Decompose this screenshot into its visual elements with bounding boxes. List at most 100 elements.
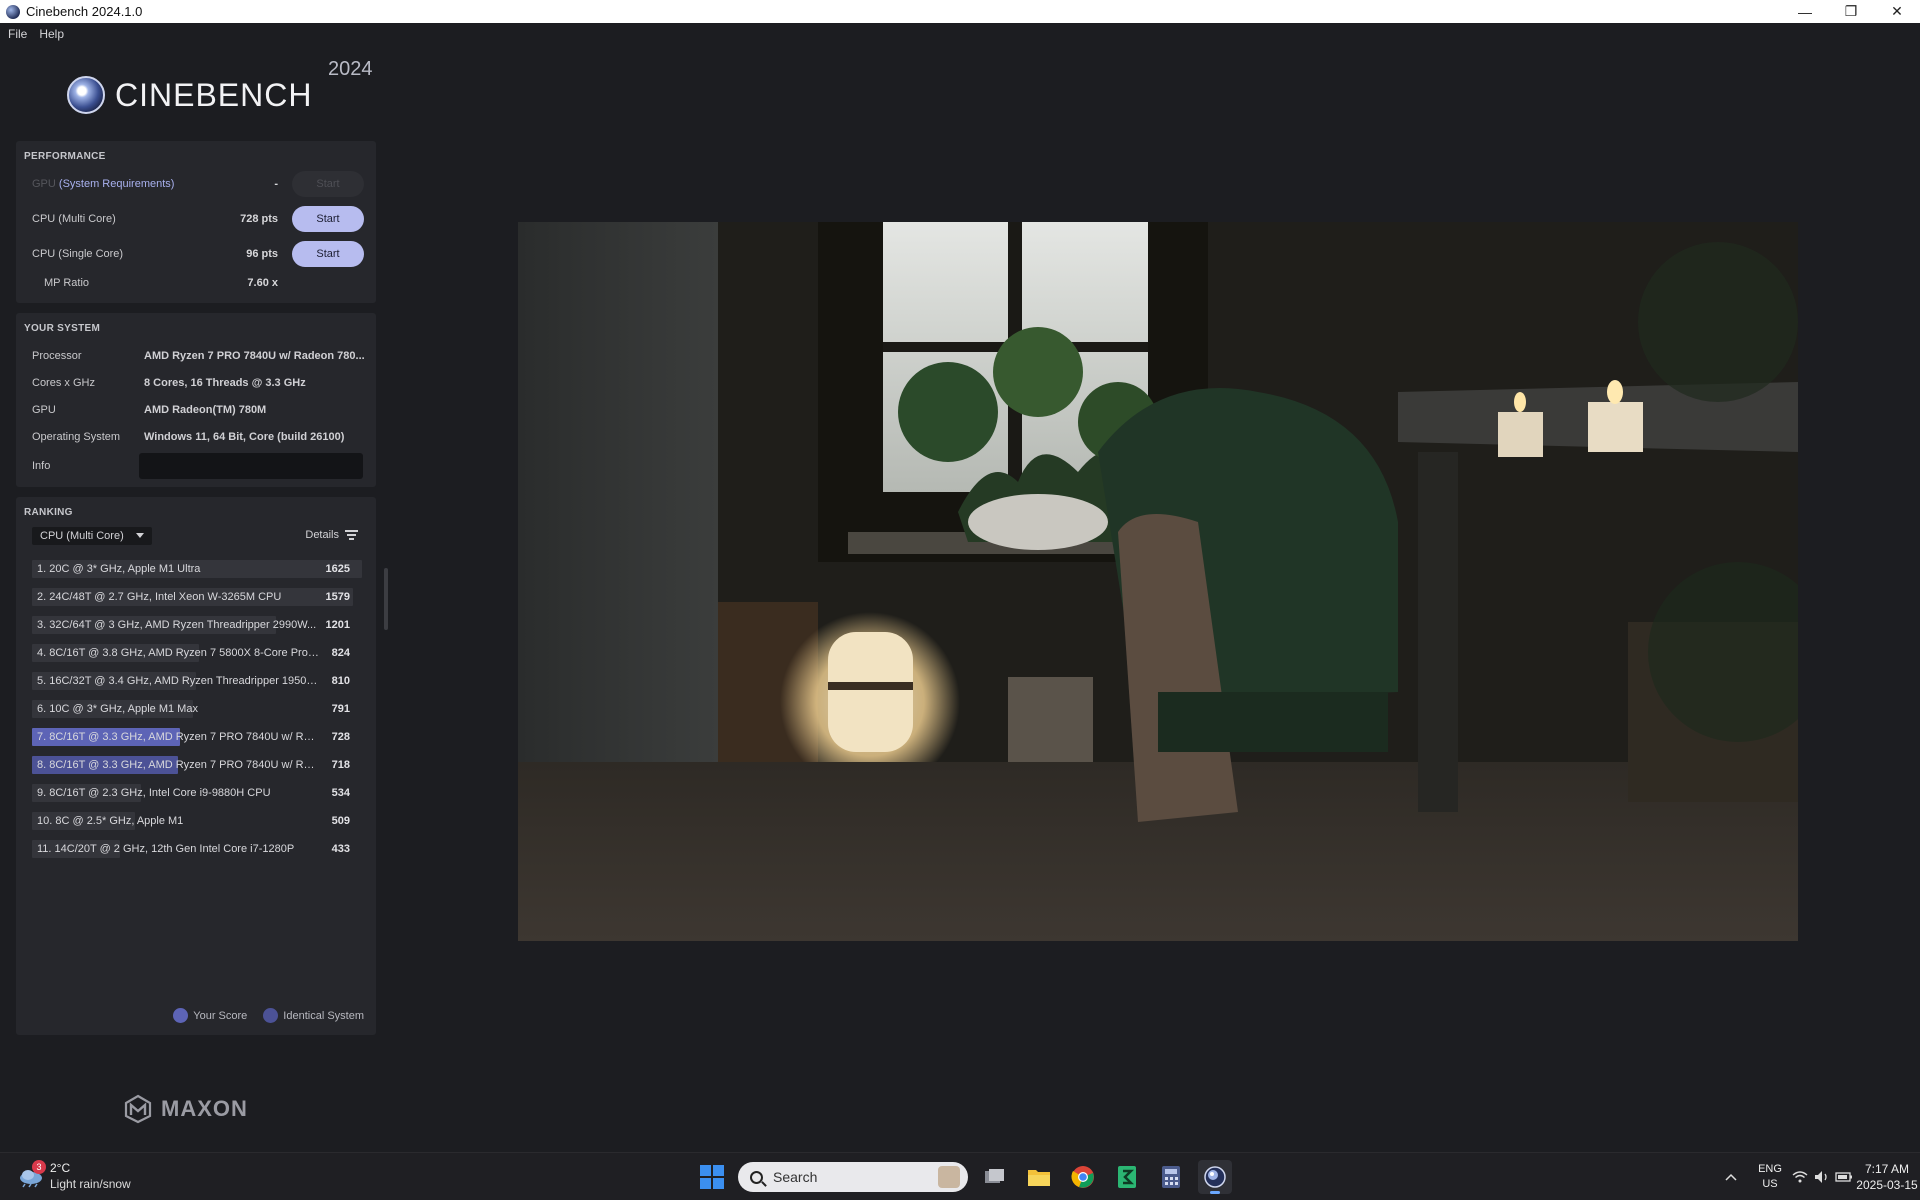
os-value: Windows 11, 64 Bit, Core (build 26100) <box>144 431 345 443</box>
ranking-score: 810 <box>331 675 350 687</box>
gpu-info-label: GPU <box>32 404 56 416</box>
weather-cloud-icon: 3 <box>18 1160 46 1188</box>
chrome-icon[interactable] <box>1066 1160 1100 1194</box>
ranking-score: 433 <box>331 843 350 855</box>
system-requirements-link[interactable]: (System Requirements) <box>59 178 175 190</box>
ranking-row[interactable]: 2. 24C/48T @ 2.7 GHz, Intel Xeon W-3265M… <box>32 583 372 611</box>
identical-system-swatch <box>263 1008 279 1023</box>
green-app-icon[interactable] <box>1110 1160 1144 1194</box>
ranking-row[interactable]: 7. 8C/16T @ 3.3 GHz, AMD Ryzen 7 PRO 784… <box>32 723 372 751</box>
gpu-start-button[interactable]: Start <box>292 171 364 197</box>
your-system-panel: YOUR SYSTEM Processor AMD Ryzen 7 PRO 78… <box>16 313 376 487</box>
ranking-score: 1201 <box>325 619 350 631</box>
ranking-score: 1579 <box>325 591 350 603</box>
render-preview-image <box>518 222 1798 941</box>
maximize-button[interactable]: ❐ <box>1828 0 1874 23</box>
ranking-row[interactable]: 3. 32C/64T @ 3 GHz, AMD Ryzen Threadripp… <box>32 611 372 639</box>
ranking-score: 824 <box>331 647 350 659</box>
calculator-icon[interactable] <box>1154 1160 1188 1194</box>
close-button[interactable]: ✕ <box>1874 0 1920 23</box>
ranking-row[interactable]: 8. 8C/16T @ 3.3 GHz, AMD Ryzen 7 PRO 784… <box>32 751 372 779</box>
ranking-label: 1. 20C @ 3* GHz, Apple M1 Ultra <box>37 563 201 575</box>
window-title: Cinebench 2024.1.0 <box>26 4 143 19</box>
details-button[interactable]: Details <box>305 529 358 541</box>
ranking-row[interactable]: 11. 14C/20T @ 2 GHz, 12th Gen Intel Core… <box>32 835 372 863</box>
identical-system-legend: Identical System <box>283 1009 364 1022</box>
cpu-single-label: CPU (Single Core) <box>32 248 124 260</box>
ranking-label: 5. 16C/32T @ 3.4 GHz, AMD Ryzen Threadri… <box>37 675 319 687</box>
clock-time: 7:17 AM <box>1864 1162 1909 1176</box>
language-indicator[interactable]: ENG US <box>1750 1153 1790 1200</box>
ranking-type-dropdown[interactable]: CPU (Multi Core) <box>32 527 152 545</box>
menu-bar: File Help <box>0 23 68 45</box>
ranking-row[interactable]: 5. 16C/32T @ 3.4 GHz, AMD Ryzen Threadri… <box>32 667 372 695</box>
gpu-value: - <box>274 178 278 190</box>
ranking-score: 1625 <box>325 563 350 575</box>
gpu-info-value: AMD Radeon(TM) 780M <box>144 404 267 416</box>
cpu-single-start-button[interactable]: Start <box>292 241 364 267</box>
language-top: ENG <box>1758 1163 1782 1175</box>
info-input[interactable] <box>139 453 363 479</box>
chevron-up-icon[interactable] <box>1718 1153 1744 1200</box>
ranking-row[interactable]: 10. 8C @ 2.5* GHz, Apple M1 509 <box>32 807 372 835</box>
ranking-row[interactable]: 1. 20C @ 3* GHz, Apple M1 Ultra 1625 <box>32 555 372 583</box>
search-placeholder: Search <box>773 1169 818 1185</box>
weather-temp: 2°C <box>50 1161 71 1175</box>
task-view-icon[interactable] <box>978 1160 1012 1194</box>
taskbar: 3 2°C Light rain/snow Search ENG US 7:17… <box>0 1152 1920 1200</box>
your-system-title: YOUR SYSTEM <box>24 323 101 334</box>
ranking-label: 4. 8C/16T @ 3.8 GHz, AMD Ryzen 7 5800X 8… <box>37 647 319 659</box>
minimize-button[interactable]: — <box>1782 0 1828 23</box>
weather-widget[interactable]: 3 2°C Light rain/snow <box>18 1160 131 1191</box>
ranking-label: 3. 32C/64T @ 3 GHz, AMD Ryzen Threadripp… <box>37 619 317 631</box>
ranking-row[interactable]: 9. 8C/16T @ 2.3 GHz, Intel Core i9-9880H… <box>32 779 372 807</box>
window-controls: — ❐ ✕ <box>1782 0 1920 23</box>
ranking-score: 534 <box>331 787 350 799</box>
ranking-label: 6. 10C @ 3* GHz, Apple M1 Max <box>37 703 198 715</box>
performance-panel: PERFORMANCE GPU (System Requirements) - … <box>16 141 376 303</box>
search-highlight-image <box>938 1166 960 1188</box>
ranking-score: 728 <box>331 731 350 743</box>
mp-ratio-row: MP Ratio 7.60 x <box>44 270 364 296</box>
volume-icon[interactable] <box>1812 1153 1832 1200</box>
ranking-list: 1. 20C @ 3* GHz, Apple M1 Ultra 1625 2. 24… <box>32 555 372 863</box>
render-scene <box>518 222 1798 941</box>
your-score-legend: Your Score <box>193 1009 248 1022</box>
windows-start-icon[interactable] <box>700 1165 724 1189</box>
cpu-multi-score: 728 pts <box>240 213 278 225</box>
maxon-logo: MAXON <box>123 1094 248 1124</box>
ranking-row[interactable]: 4. 8C/16T @ 3.8 GHz, AMD Ryzen 7 5800X 8… <box>32 639 372 667</box>
wifi-icon[interactable] <box>1790 1153 1810 1200</box>
mp-ratio-label: MP Ratio <box>44 277 90 289</box>
details-label: Details <box>305 529 339 541</box>
menu-help[interactable]: Help <box>39 27 64 41</box>
cinebench-taskbar-icon[interactable] <box>1198 1160 1232 1194</box>
weather-badge: 3 <box>32 1160 46 1174</box>
cinebench-sphere-icon <box>67 76 105 114</box>
file-explorer-icon[interactable] <box>1022 1160 1056 1194</box>
taskbar-center: Search <box>700 1159 1232 1195</box>
cpu-single-row: CPU (Single Core) 96 pts Start <box>32 241 364 267</box>
processor-label: Processor <box>32 350 82 362</box>
ranking-label: 10. 8C @ 2.5* GHz, Apple M1 <box>37 815 184 827</box>
battery-icon[interactable] <box>1834 1153 1854 1200</box>
ranking-title: RANKING <box>24 507 73 518</box>
ranking-label: 7. 8C/16T @ 3.3 GHz, AMD Ryzen 7 PRO 784… <box>37 731 319 743</box>
logo-text: CINEBENCH <box>115 76 313 113</box>
menu-file[interactable]: File <box>8 27 27 41</box>
ranking-label: 9. 8C/16T @ 2.3 GHz, Intel Core i9-9880H… <box>37 787 271 799</box>
ranking-row[interactable]: 6. 10C @ 3* GHz, Apple M1 Max 791 <box>32 695 372 723</box>
cpu-multi-start-button[interactable]: Start <box>292 206 364 232</box>
left-panel-scrollbar[interactable] <box>384 568 388 630</box>
caret-down-icon <box>136 533 144 538</box>
cores-label: Cores x GHz <box>32 377 95 389</box>
taskbar-clock[interactable]: 7:17 AM 2025-03-15 <box>1854 1153 1920 1200</box>
language-bottom: US <box>1762 1178 1778 1190</box>
maxon-text: MAXON <box>161 1096 248 1121</box>
mp-ratio-value: 7.60 x <box>247 277 278 289</box>
cpu-single-score: 96 pts <box>246 248 278 260</box>
ranking-panel: RANKING CPU (Multi Core) Details 1. 20C … <box>16 497 376 1035</box>
cinebench-logo: CINEBENCH <box>67 76 312 114</box>
ranking-score: 509 <box>331 815 350 827</box>
taskbar-search-box[interactable]: Search <box>738 1162 968 1192</box>
